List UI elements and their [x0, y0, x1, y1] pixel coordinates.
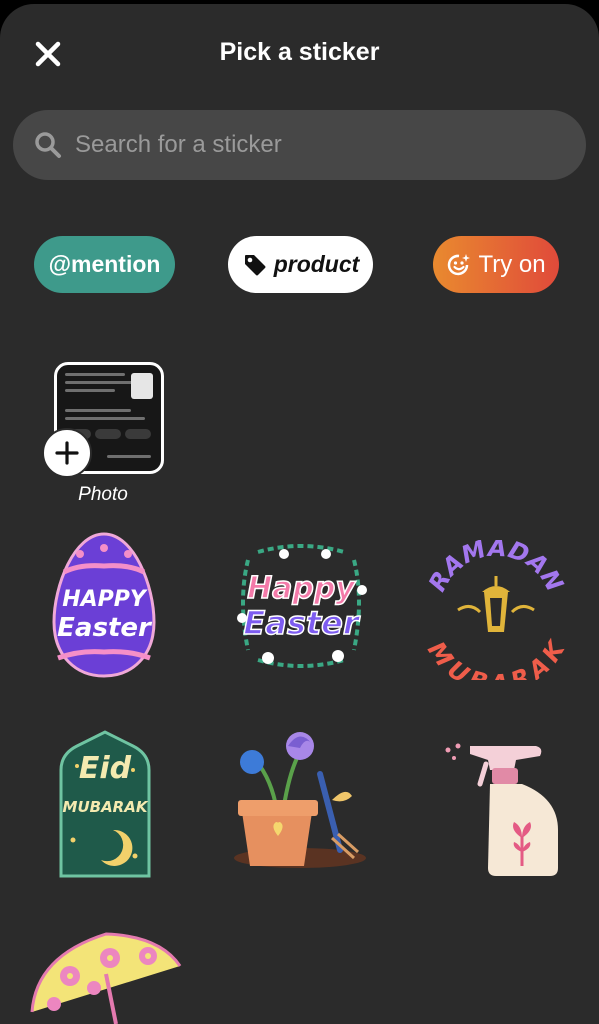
flower-pot-sticker[interactable] — [228, 726, 372, 876]
search-bar[interactable] — [13, 110, 586, 180]
sticker-picker-sheet: Pick a sticker @mention product — [0, 4, 599, 1024]
photo-label: Photo — [78, 484, 128, 505]
svg-text:Easter: Easter — [243, 604, 361, 642]
product-chip[interactable]: product — [228, 236, 373, 293]
svg-text:HAPPY: HAPPY — [62, 587, 148, 612]
add-photo-button[interactable] — [42, 428, 92, 478]
mention-chip[interactable]: @mention — [34, 236, 175, 293]
product-label: product — [273, 251, 360, 277]
tag-icon — [242, 252, 268, 278]
search-icon — [33, 130, 63, 160]
svg-text:Happy: Happy — [247, 571, 356, 606]
try-on-label: Try on — [478, 250, 546, 278]
photo-sticker-tile[interactable]: Photo — [40, 360, 166, 510]
umbrella-sticker[interactable] — [30, 926, 182, 1024]
page-title: Pick a sticker — [219, 38, 380, 66]
ramadan-mubarak-sticker[interactable]: RAMADAN MUBARAK — [422, 534, 571, 698]
happy-easter-egg-sticker[interactable]: HAPPY Easter — [50, 530, 158, 680]
svg-text:Easter: Easter — [57, 613, 153, 643]
happy-easter-floral-sticker[interactable]: Happy Easter — [228, 540, 374, 672]
search-input[interactable] — [73, 130, 557, 160]
svg-text:MUBARAK: MUBARAK — [424, 634, 568, 680]
svg-text:Eid: Eid — [79, 751, 132, 786]
eid-mubarak-sticker[interactable]: Eid MUBARAK — [57, 730, 153, 878]
header-bar: Pick a sticker — [0, 4, 599, 104]
mention-label: @mention — [48, 251, 161, 277]
svg-text:MUBARAK: MUBARAK — [63, 798, 149, 816]
try-on-chip[interactable]: Try on — [433, 236, 559, 293]
face-sparkle-icon — [446, 252, 472, 278]
plus-icon — [55, 441, 79, 465]
spray-bottle-sticker[interactable] — [440, 740, 568, 878]
